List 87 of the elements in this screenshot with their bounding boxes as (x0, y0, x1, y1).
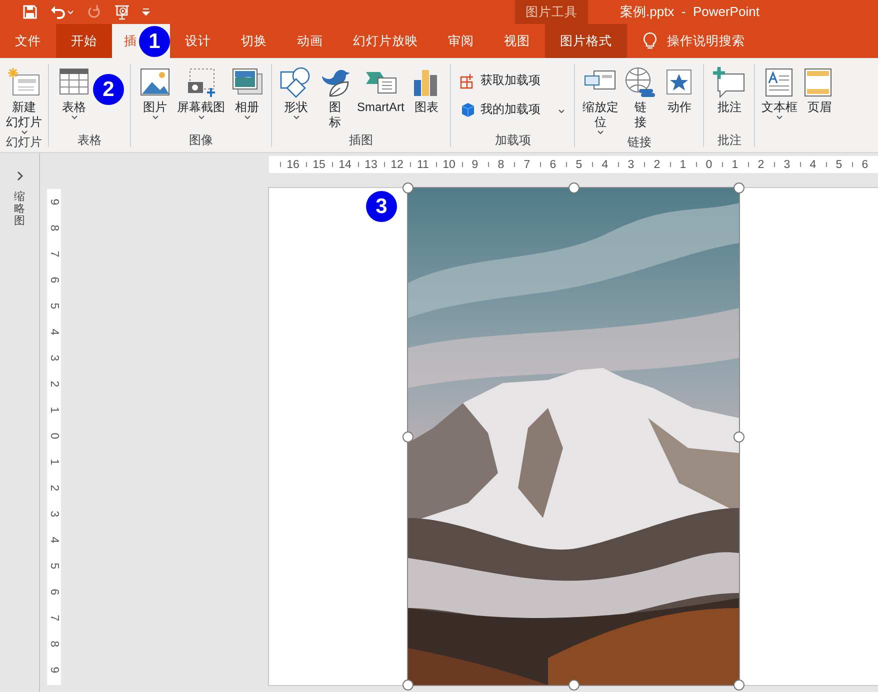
pane-label: 缩略图 (14, 191, 25, 228)
ruler-number: 6 (48, 588, 60, 596)
ruler-number: 9 (48, 198, 60, 206)
caret-icon (596, 130, 604, 135)
ribbon-button[interactable]: 页眉 (800, 64, 838, 115)
resize-handle[interactable] (734, 182, 744, 194)
ribbon-button[interactable]: 动作 (660, 64, 698, 115)
ribbon-button[interactable]: 批注 (710, 64, 748, 115)
ruler-number: 4 (48, 536, 60, 544)
ribbon-button[interactable]: 表格 (55, 64, 93, 120)
resize-handle[interactable] (734, 680, 744, 690)
ruler-number: 3 (48, 510, 60, 518)
resize-handle[interactable] (402, 680, 414, 690)
ribbon-button[interactable]: 图片 (136, 64, 174, 120)
new-slide-icon (7, 66, 41, 98)
ribbon-button[interactable]: 图表 (407, 64, 446, 115)
ruler-number: 3 (48, 354, 60, 362)
resize-handle[interactable] (568, 182, 579, 194)
ribbon-tab[interactable]: 视图 (489, 24, 545, 58)
image-icon (138, 66, 172, 98)
ribbon-tab[interactable]: 图片格式 (545, 24, 627, 58)
caret-icon (67, 10, 74, 14)
ribbon-tab[interactable]: 设计 (170, 24, 226, 58)
caret-icon (244, 115, 250, 120)
ruler-number: 5 (48, 302, 60, 310)
ruler-number: 1 (48, 458, 60, 466)
ribbon-button[interactable]: 形状 (277, 64, 315, 120)
ribbon-button[interactable]: 屏幕截图 (175, 64, 227, 120)
ribbon-button[interactable]: 缩放定 位 (580, 64, 620, 135)
group-label: 加载项 (494, 133, 532, 147)
save-icon (22, 4, 38, 20)
context-tab-header: 图片工具 (515, 0, 588, 24)
customize-icon (142, 7, 150, 17)
ruler-number: 1 (48, 406, 60, 414)
group-label: 表格 (76, 133, 102, 147)
caret-icon (152, 115, 158, 120)
redo-icon (86, 4, 102, 20)
step-badge: 3 (366, 191, 397, 222)
ruler-number: 8 (48, 640, 60, 648)
undo-icon (50, 4, 66, 20)
ribbon-tab[interactable]: 幻灯片放映 (338, 24, 433, 58)
ribbon-tab[interactable]: 文件 (0, 24, 56, 58)
window-title: 案例.pptx - PowerPoint (619, 3, 760, 21)
caret-icon (198, 115, 204, 120)
step-badge: 1 (139, 26, 170, 57)
globe-link-icon (623, 66, 658, 98)
ribbon-button[interactable]: 图 标 (316, 64, 354, 130)
resize-handle[interactable] (402, 431, 414, 442)
group-label: 批注 (716, 133, 742, 147)
ruler-number: 6 (48, 276, 60, 284)
group-label: 插图 (348, 133, 374, 147)
ruler-number: 9 (48, 666, 60, 674)
ribbon-button[interactable]: 文本框 (759, 64, 800, 120)
ruler-number: 8 (48, 224, 60, 232)
group-label: 链接 (626, 135, 652, 149)
ribbon-tab[interactable]: 动画 (282, 24, 338, 58)
cube-icon (460, 102, 476, 118)
ribbon-button[interactable]: 新建 幻灯片 (4, 64, 44, 135)
lightbulb-icon (643, 32, 657, 50)
ruler-number: 2 (48, 380, 60, 388)
group-label: 幻灯片 (5, 135, 43, 149)
caret-icon (776, 115, 783, 120)
caret-icon (20, 130, 28, 135)
ribbon-button[interactable]: 相册 (228, 64, 266, 120)
expand-icon[interactable] (16, 171, 24, 181)
presentation-icon (114, 4, 130, 20)
ribbon-button[interactable]: 获取加载项 (456, 70, 570, 91)
ruler-number: 5 (48, 562, 60, 570)
ribbon-button[interactable]: 我的加载项 (456, 99, 570, 120)
ruler-number: 7 (48, 250, 60, 258)
ribbon-button[interactable]: SmartArt (355, 64, 406, 115)
ruler-number: 4 (48, 328, 60, 336)
step-badge: 2 (93, 74, 124, 105)
comment-icon (712, 66, 746, 98)
ribbon-tab[interactable]: 开始 (56, 24, 112, 58)
group-label: 图像 (188, 133, 214, 147)
tell-me-search[interactable]: 操作说明搜索 (627, 24, 761, 58)
caret-icon (558, 108, 566, 114)
ribbon-tab[interactable]: 审阅 (433, 24, 489, 58)
caret-icon (292, 115, 300, 120)
ribbon-button[interactable]: 链 接 (621, 64, 660, 130)
ruler-number: 0 (48, 432, 60, 440)
caret-icon (70, 115, 78, 120)
ruler-number: 2 (48, 484, 60, 492)
ribbon-tab[interactable]: 切换 (226, 24, 282, 58)
resize-handle[interactable] (402, 182, 414, 194)
ruler-number: 7 (48, 614, 60, 622)
